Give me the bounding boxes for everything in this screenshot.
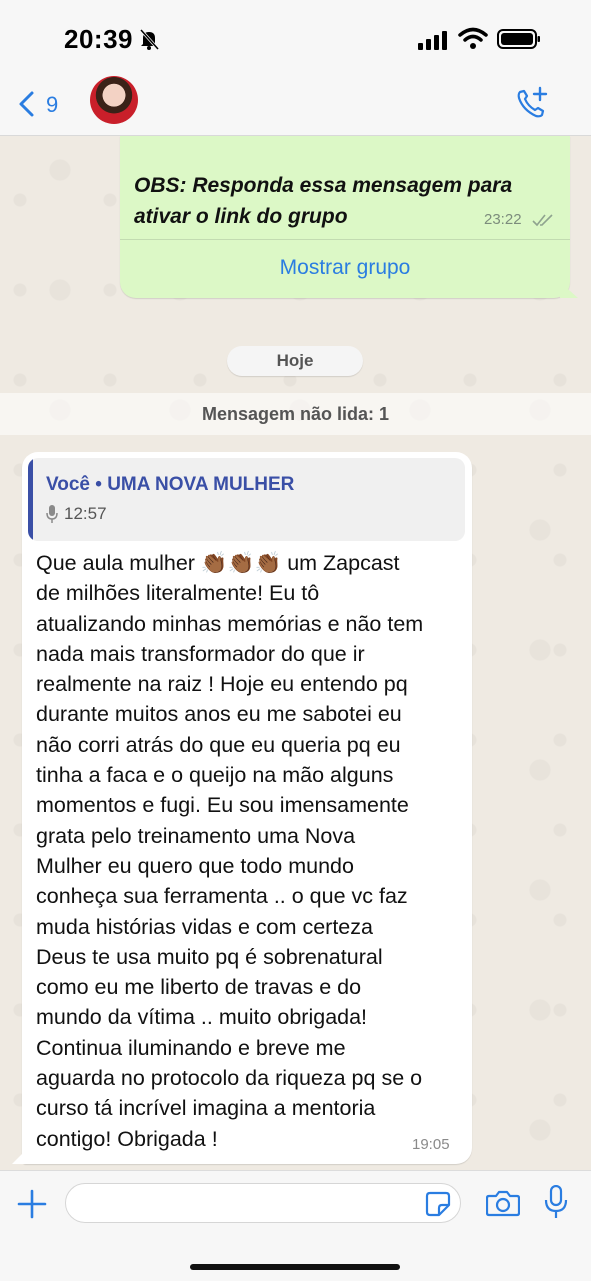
quote-author: Você • UMA NOVA MULHER xyxy=(46,474,295,495)
wifi-icon xyxy=(458,27,488,49)
show-group-button[interactable]: Mostrar grupo xyxy=(120,256,570,280)
quote-accent-bar xyxy=(28,458,33,541)
quote-audio-duration: 12:57 xyxy=(64,504,107,523)
unread-chats-count[interactable]: 9 xyxy=(46,92,58,118)
mic-icon[interactable] xyxy=(544,1185,568,1219)
message-input[interactable] xyxy=(65,1183,461,1223)
status-time: 20:39 xyxy=(64,24,133,54)
camera-icon[interactable] xyxy=(486,1189,520,1217)
back-chevron-icon[interactable] xyxy=(16,90,40,118)
avatar[interactable] xyxy=(90,76,138,124)
message-input-bar xyxy=(0,1170,591,1281)
battery-icon xyxy=(497,29,540,49)
mic-icon xyxy=(46,505,58,523)
bell-slash-icon xyxy=(139,28,160,50)
status-bar: 20:39 xyxy=(0,0,591,78)
unread-messages-banner: Mensagem não lida: 1 xyxy=(0,393,591,435)
double-check-icon xyxy=(532,214,553,227)
bubble-divider xyxy=(120,239,570,240)
outgoing-message-time: 23:22 xyxy=(484,211,522,228)
quoted-message[interactable]: Você • UMA NOVA MULHER 12:57 xyxy=(28,458,465,541)
date-separator: Hoje xyxy=(227,346,363,376)
sticker-icon[interactable] xyxy=(425,1191,451,1217)
chat-header: 9 xyxy=(0,76,591,136)
plus-icon[interactable] xyxy=(17,1189,47,1219)
signal-icon xyxy=(418,31,447,50)
home-indicator xyxy=(190,1264,400,1270)
call-add-icon[interactable] xyxy=(514,86,550,120)
incoming-message-text: Que aula mulher 👏🏾👏🏾👏🏾 um Zapcast de mil… xyxy=(36,551,424,1151)
incoming-message-time: 19:05 xyxy=(412,1136,450,1153)
